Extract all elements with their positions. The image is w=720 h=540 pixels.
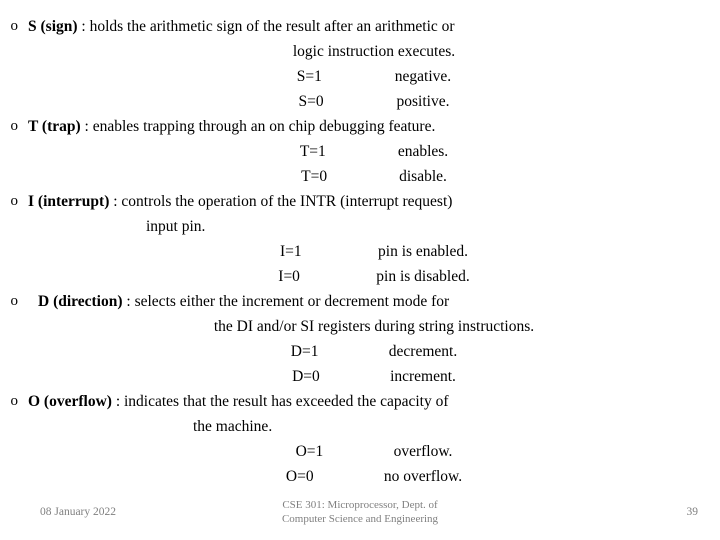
flag-value-meaning: disable.: [399, 168, 447, 185]
bullet-marker-icon: o: [10, 193, 19, 209]
flag-term: I (interrupt): [28, 193, 110, 210]
flag-value-key: S=0: [298, 93, 324, 110]
slide-body: o S (sign) : holds the arithmetic sign o…: [0, 14, 720, 489]
flag-value-line: T=0 disable.: [28, 164, 720, 189]
flag-description: : holds the arithmetic sign of the resul…: [77, 18, 455, 35]
flag-description: : controls the operation of the INTR (in…: [109, 193, 453, 210]
bullet-item: o S (sign) : holds the arithmetic sign o…: [0, 14, 720, 114]
flag-description: : selects either the increment or decrem…: [122, 293, 450, 310]
bullet-text: D (direction) : selects either the incre…: [28, 289, 720, 389]
slide: o S (sign) : holds the arithmetic sign o…: [0, 0, 720, 540]
flag-value-meaning: pin is disabled.: [376, 268, 470, 285]
flag-value-meaning: positive.: [396, 93, 450, 110]
bullet-marker-icon: o: [10, 118, 19, 134]
flag-value-meaning: negative.: [394, 68, 452, 85]
flag-term: D (direction): [38, 293, 123, 310]
flag-value-line: S=1 negative.: [28, 64, 720, 89]
bullet-continuation-line: the machine.: [193, 418, 273, 435]
bullet-item: o O (overflow) : indicates that the resu…: [0, 389, 720, 489]
bullet-lead-line: D (direction) : selects either the incre…: [28, 289, 720, 314]
flag-value-meaning: enables.: [397, 143, 449, 160]
bullet-lead-line: S (sign) : holds the arithmetic sign of …: [28, 14, 720, 39]
bullet-item: o I (interrupt) : controls the operation…: [0, 189, 720, 289]
bullet-item: o D (direction) : selects either the inc…: [0, 289, 720, 389]
flag-value-meaning: pin is enabled.: [378, 243, 468, 260]
flag-value-meaning: decrement.: [388, 343, 458, 360]
flag-value-line: S=0 positive.: [28, 89, 720, 114]
bullet-text: S (sign) : holds the arithmetic sign of …: [28, 14, 720, 114]
bullet-continuation-line: input pin.: [146, 218, 206, 235]
flag-value-line: O=1 overflow.: [28, 439, 720, 464]
flag-description: : enables trapping through an on chip de…: [80, 118, 436, 135]
bullet-lead-line: O (overflow) : indicates that the result…: [28, 389, 720, 414]
flag-value-line: I=0 pin is disabled.: [28, 264, 720, 289]
bullet-item: o T (trap) : enables trapping through an…: [0, 114, 720, 189]
bullet-text: O (overflow) : indicates that the result…: [28, 389, 720, 489]
bullet-lead-line: T (trap) : enables trapping through an o…: [28, 114, 720, 139]
flag-term: S (sign): [28, 18, 78, 35]
footer-course-line-1: CSE 301: Microprocessor, Dept. of: [282, 499, 438, 511]
flag-value-meaning: no overflow.: [383, 468, 463, 485]
flag-value-meaning: increment.: [390, 368, 456, 385]
flag-value-key: I=1: [280, 243, 302, 260]
flag-description: : indicates that the result has exceeded…: [111, 393, 449, 410]
flag-term: O (overflow): [28, 393, 112, 410]
bullet-text: I (interrupt) : controls the operation o…: [28, 189, 720, 289]
flag-term: T (trap): [28, 118, 81, 135]
footer-course-info: CSE 301: Microprocessor, Dept. of Comput…: [0, 498, 720, 526]
footer-course-line-2: Computer Science and Engineering: [281, 513, 439, 525]
flag-value-line: O=0 no overflow.: [28, 464, 720, 489]
footer-page-number: 39: [686, 506, 699, 518]
flag-value-key: T=1: [299, 143, 326, 160]
bullet-marker-icon: o: [10, 393, 19, 409]
flag-value-key: D=1: [290, 343, 319, 360]
flag-value-key: O=1: [295, 443, 324, 460]
bullet-marker-icon: o: [10, 18, 19, 34]
bullet-marker-icon: o: [10, 293, 19, 309]
bullet-continuation-line: the DI and/or SI registers during string…: [213, 318, 535, 335]
flag-value-line: T=1 enables.: [28, 139, 720, 164]
flag-value-line: D=1 decrement.: [28, 339, 720, 364]
bullet-continuation-line: logic instruction executes.: [292, 43, 456, 60]
flag-value-key: I=0: [278, 268, 300, 285]
flag-value-key: T=0: [301, 168, 328, 185]
flag-value-key: S=1: [296, 68, 322, 85]
flag-value-key: O=0: [285, 468, 314, 485]
flag-value-line: I=1 pin is enabled.: [28, 239, 720, 264]
bullet-text: T (trap) : enables trapping through an o…: [28, 114, 720, 189]
flag-value-line: D=0 increment.: [28, 364, 720, 389]
flag-value-key: D=0: [292, 368, 320, 385]
bullet-lead-line: I (interrupt) : controls the operation o…: [28, 189, 720, 214]
flag-value-meaning: overflow.: [393, 443, 453, 460]
